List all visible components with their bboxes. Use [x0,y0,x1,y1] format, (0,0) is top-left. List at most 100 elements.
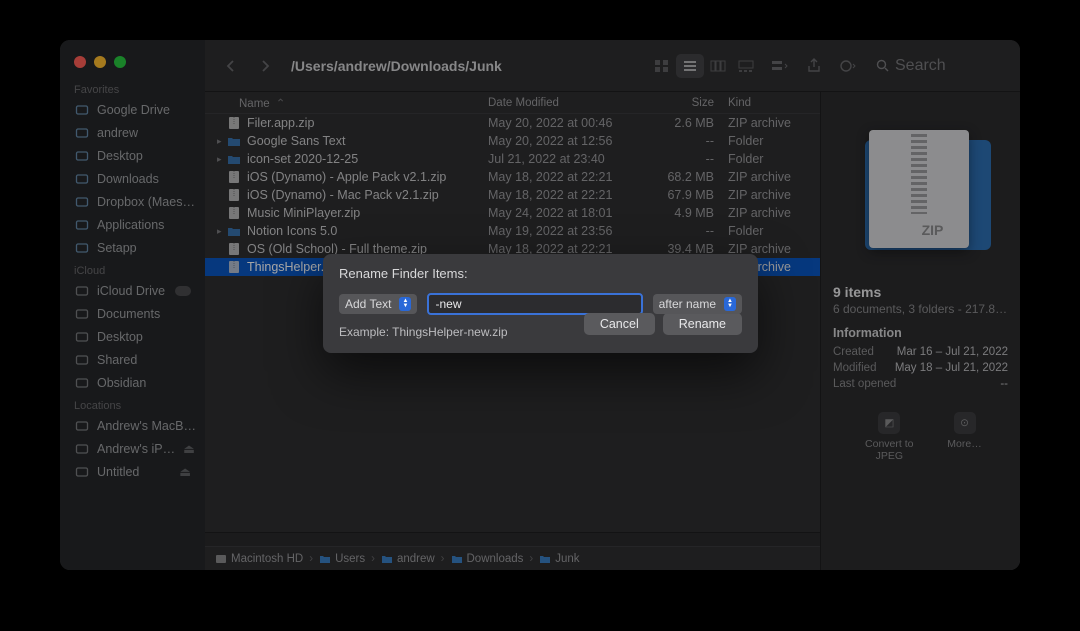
sidebar-item-obsidian[interactable]: Obsidian [60,371,205,394]
forward-button[interactable] [251,54,279,78]
doc-icon [74,306,89,321]
path-segment[interactable]: andrew [381,553,435,565]
path-segment[interactable]: Junk [539,553,579,565]
sidebar-item-shared[interactable]: Shared [60,348,205,371]
zip-file-icon [227,170,241,184]
path-segment[interactable]: Downloads [451,553,524,565]
zip-file-icon [227,116,241,130]
horizontal-scrollbar[interactable] [205,532,820,546]
info-key: Created [833,346,874,358]
list-view-button[interactable] [676,54,704,78]
search-field[interactable]: Search [868,53,1008,79]
back-button[interactable] [217,54,245,78]
file-date: May 18, 2022 at 22:21 [488,170,648,184]
sidebar-item-desktop[interactable]: Desktop [60,325,205,348]
close-window-button[interactable] [74,56,86,68]
sidebar-item-label: Untitled [97,465,139,479]
minimize-window-button[interactable] [94,56,106,68]
gdrive-icon [74,102,89,117]
tags-button[interactable] [834,54,862,78]
file-row[interactable]: ▸ icon-set 2020-12-25Jul 21, 2022 at 23:4… [205,150,820,168]
laptop-icon [74,418,89,433]
chevron-right-icon: › [309,553,313,565]
eject-icon[interactable]: ⏏ [179,464,191,479]
sidebar-item-icloud-drive[interactable]: iCloud Drive [60,279,205,302]
file-row[interactable]: iOS (Dynamo) - Apple Pack v2.1.zipMay 18… [205,168,820,186]
preview-title: 9 items [833,284,881,300]
path-segment[interactable]: Macintosh HD [215,553,303,565]
file-date: Jul 21, 2022 at 23:40 [488,152,648,166]
header-size[interactable]: Size [648,97,728,109]
disclosure-triangle-icon[interactable]: ▸ [217,136,227,147]
dialog-title: Rename Finder Items: [339,266,742,281]
file-date: May 19, 2022 at 23:56 [488,224,648,238]
sidebar-item-label: Shared [97,353,137,367]
convert-icon: ◩ [878,412,900,434]
disclosure-triangle-icon[interactable]: ▸ [217,226,227,237]
sidebar-item-applications[interactable]: Applications [60,213,205,236]
group-by-button[interactable] [766,54,794,78]
file-size: 2.6 MB [648,116,728,130]
file-row[interactable]: ▸Notion Icons 5.0May 19, 2022 at 23:56--… [205,222,820,240]
rename-mode-select[interactable]: Add Text ▲▼ [339,294,417,314]
quick-action-more[interactable]: ⊙More… [947,412,981,462]
file-row[interactable]: Music MiniPlayer.zipMay 24, 2022 at 18:0… [205,204,820,222]
zip-file-icon [227,206,241,220]
path-segment[interactable]: Users [319,553,365,565]
downloads-icon [74,171,89,186]
sidebar-section-label: Favorites [60,78,205,98]
rename-dialog: Rename Finder Items: Add Text ▲▼ after n… [323,254,758,353]
file-row[interactable]: ▸Google Sans TextMay 20, 2022 at 12:56--… [205,132,820,150]
file-name: Music MiniPlayer.zip [247,206,488,220]
sidebar-section-label: iCloud [60,259,205,279]
folder-icon [227,134,241,148]
sidebar-item-label: Dropbox (Maes… [97,195,195,209]
sidebar-item-andrew[interactable]: andrew [60,121,205,144]
sidebar-item-desktop[interactable]: Desktop [60,144,205,167]
sidebar-item-google-drive[interactable]: Google Drive [60,98,205,121]
sidebar-item-documents[interactable]: Documents [60,302,205,325]
select-arrows-icon: ▲▼ [399,297,411,311]
cancel-button[interactable]: Cancel [584,313,655,335]
rename-example: Example: ThingsHelper-new.zip [339,325,508,339]
sidebar-item-label: Applications [97,218,164,232]
sidebar-item-setapp[interactable]: Setapp [60,236,205,259]
rename-text-input[interactable] [427,293,642,315]
search-placeholder: Search [895,57,946,75]
file-size: 4.9 MB [648,206,728,220]
sidebar-item-label: Google Drive [97,103,170,117]
header-date[interactable]: Date Modified [488,97,648,109]
sidebar-item-label: andrew [97,126,138,140]
zip-file-icon [227,260,241,274]
header-name[interactable]: Name⌃ [217,96,488,110]
cloud-icon [74,283,89,298]
sidebar-item-dropbox-maes-[interactable]: Dropbox (Maes… [60,190,205,213]
path-bar: Macintosh HD›Users›andrew›Downloads›Junk [205,546,820,570]
file-name: icon-set 2020-12-25 [247,152,488,166]
eject-icon[interactable]: ⏏ [183,441,195,456]
file-row[interactable]: Filer.app.zipMay 20, 2022 at 00:462.6 MB… [205,114,820,132]
desktop-icon [74,148,89,163]
quick-action-convert[interactable]: ◩Convert to JPEG [859,412,919,462]
gallery-view-button[interactable] [732,54,760,78]
sidebar-item-untitled[interactable]: Untitled ⏏ [60,460,205,483]
file-row[interactable]: iOS (Dynamo) - Mac Pack v2.1.zipMay 18, … [205,186,820,204]
icon-view-button[interactable] [648,54,676,78]
sidebar-item-andrew-s-ip-[interactable]: Andrew's iP…⏏ [60,437,205,460]
sidebar-item-andrew-s-macb-[interactable]: Andrew's MacB… [60,414,205,437]
rename-position-select[interactable]: after name ▲▼ [653,294,742,314]
share-button[interactable] [800,54,828,78]
column-view-button[interactable] [704,54,732,78]
search-icon [876,59,889,72]
disclosure-triangle-icon[interactable]: ▸ [217,154,227,165]
folder-icon [381,554,393,564]
sidebar-item-downloads[interactable]: Downloads [60,167,205,190]
zip-file-icon [227,188,241,202]
file-kind: Folder [728,134,808,148]
folder-icon [215,554,227,564]
file-size: -- [648,152,728,166]
file-kind: ZIP archive [728,206,808,220]
header-kind[interactable]: Kind [728,97,808,109]
rename-button[interactable]: Rename [663,313,742,335]
zoom-window-button[interactable] [114,56,126,68]
